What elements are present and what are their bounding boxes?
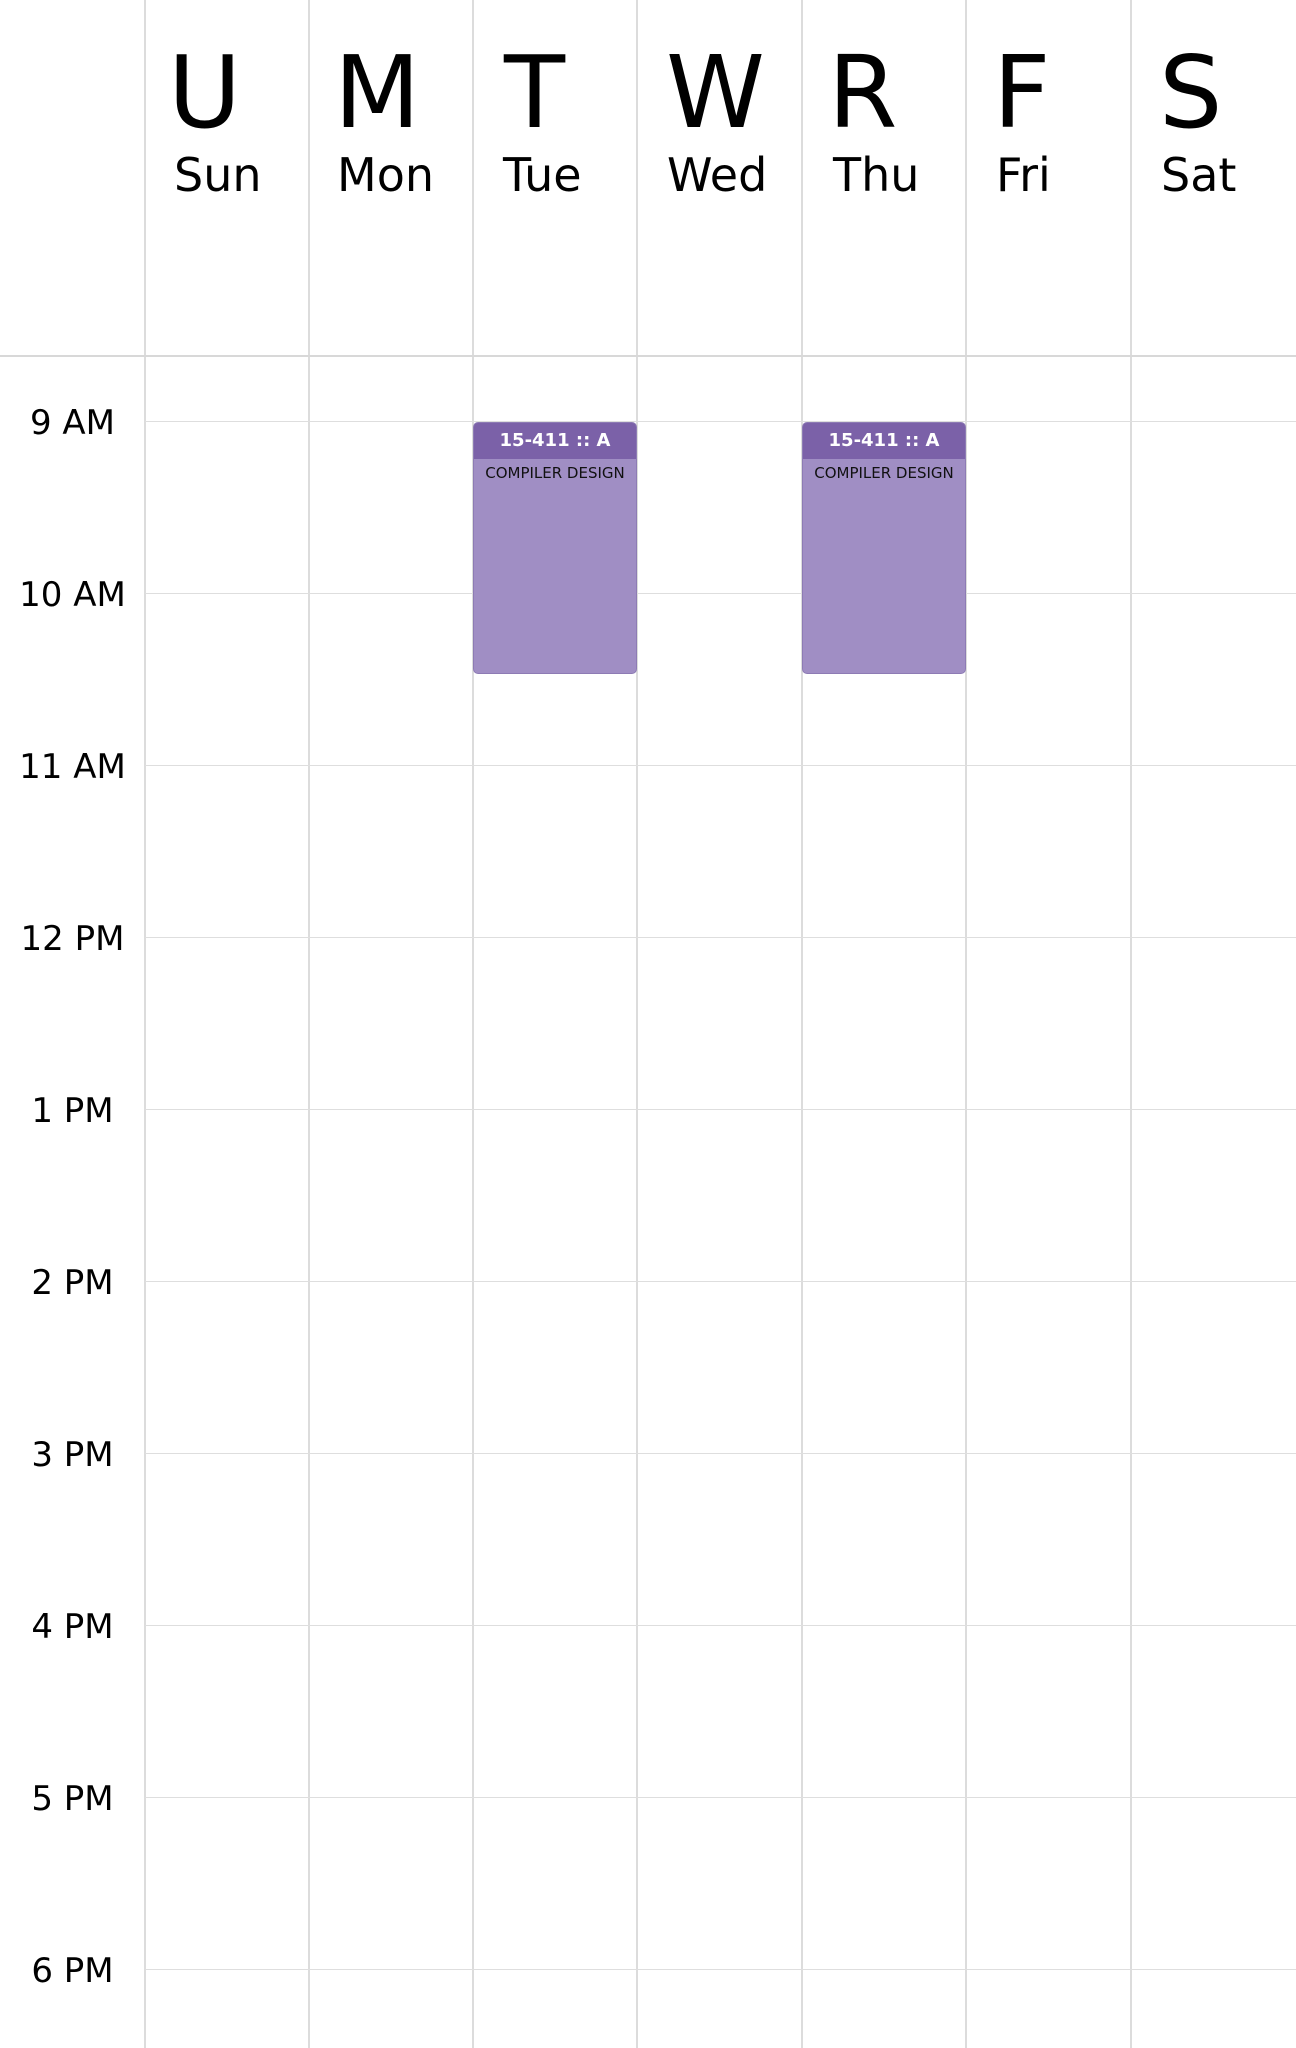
header-divider xyxy=(0,355,1296,357)
class-event-tue[interactable]: 15-411 :: A COMPILER DESIGN xyxy=(473,422,637,674)
day-name: Sat xyxy=(1161,148,1237,202)
time-label: 4 PM xyxy=(31,1607,114,1647)
day-name: Tue xyxy=(503,148,582,202)
column-divider xyxy=(801,0,803,2048)
time-label: 6 PM xyxy=(31,1951,114,1991)
class-event-thu[interactable]: 15-411 :: A COMPILER DESIGN xyxy=(802,422,966,674)
day-letter: F xyxy=(993,34,1051,151)
day-letter: T xyxy=(504,34,566,151)
day-letter: M xyxy=(334,34,421,151)
day-name: Sun xyxy=(174,148,262,202)
event-course-code: 15-411 :: A xyxy=(474,423,636,459)
hour-line xyxy=(145,765,1296,766)
day-name: Mon xyxy=(337,148,434,202)
hour-line xyxy=(145,937,1296,938)
time-label: 2 PM xyxy=(31,1263,114,1303)
hour-line xyxy=(145,1969,1296,1970)
day-letter: W xyxy=(666,34,765,151)
column-divider xyxy=(1130,0,1132,2048)
event-course-code: 15-411 :: A xyxy=(803,423,965,459)
time-label: 1 PM xyxy=(31,1091,114,1131)
hour-line xyxy=(145,1797,1296,1798)
hour-line xyxy=(145,593,1296,594)
hour-line xyxy=(145,1453,1296,1454)
hour-line xyxy=(145,1281,1296,1282)
hour-line xyxy=(145,1625,1296,1626)
event-course-title: COMPILER DESIGN xyxy=(485,464,625,482)
column-divider xyxy=(308,0,310,2048)
column-divider xyxy=(144,0,146,2048)
time-label: 3 PM xyxy=(31,1435,114,1475)
time-label: 10 AM xyxy=(19,575,126,615)
day-letter: U xyxy=(168,34,242,151)
column-divider xyxy=(636,0,638,2048)
day-name: Thu xyxy=(833,148,920,202)
event-course-title: COMPILER DESIGN xyxy=(814,464,954,482)
day-name: Wed xyxy=(667,148,768,202)
hour-line xyxy=(145,1109,1296,1110)
time-label: 9 AM xyxy=(29,403,116,443)
day-name: Fri xyxy=(996,148,1051,202)
column-divider xyxy=(965,0,967,2048)
day-letter: S xyxy=(1159,34,1223,151)
time-label: 11 AM xyxy=(19,747,126,787)
hour-line xyxy=(145,421,1296,422)
day-letter: R xyxy=(828,34,898,151)
time-label: 5 PM xyxy=(31,1779,114,1819)
column-divider xyxy=(472,0,474,2048)
time-label: 12 PM xyxy=(20,919,125,959)
